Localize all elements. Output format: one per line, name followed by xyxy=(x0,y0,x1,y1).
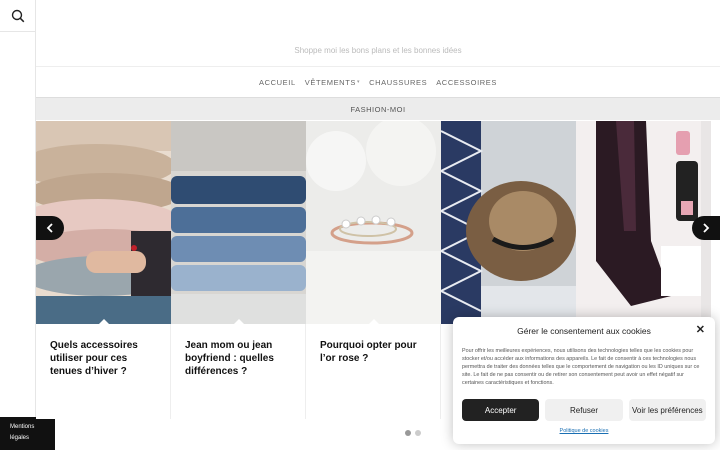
nav-item-accessoires[interactable]: ACCESSOIRES xyxy=(436,78,497,87)
carousel-pagination xyxy=(405,430,421,436)
post-image xyxy=(441,121,576,324)
chevron-left-icon xyxy=(46,223,53,233)
carousel-prev-button[interactable] xyxy=(36,216,64,240)
post-title: Jean mom ou jean boyfriend : quelles dif… xyxy=(185,340,274,377)
carousel-dot-2[interactable] xyxy=(415,430,421,436)
post-card[interactable]: Quels accessoires utiliser pour ces tenu… xyxy=(36,121,171,419)
cookie-actions: Accepter Refuser Voir les préférences xyxy=(462,399,706,421)
preferences-button[interactable]: Voir les préférences xyxy=(628,399,706,421)
chevron-right-icon xyxy=(703,223,710,233)
post-image xyxy=(576,121,711,324)
cookie-text: Pour offrir les meilleures expériences, … xyxy=(462,348,700,386)
close-icon[interactable]: ✕ xyxy=(696,323,705,336)
cookie-consent-dialog: Gérer le consentement aux cookies ✕ Pour… xyxy=(453,317,715,444)
cookie-title: Gérer le consentement aux cookies xyxy=(517,326,651,336)
search-icon xyxy=(11,9,25,22)
post-title: Pourquoi opter pour l’or rose ? xyxy=(320,340,417,364)
post-card[interactable]: Pourquoi opter pour l’or rose ? xyxy=(306,121,441,419)
cookie-policy-link[interactable]: Politique de cookies xyxy=(453,428,715,434)
carousel-dot-1[interactable] xyxy=(405,430,411,436)
post-card[interactable]: Jean mom ou jean boyfriend : quelles dif… xyxy=(171,121,306,419)
search-button[interactable] xyxy=(0,0,36,32)
site-tagline: Shoppe moi les bons plans et les bonnes … xyxy=(294,46,462,55)
nav-item-chaussures[interactable]: CHAUSSURES xyxy=(369,78,427,87)
refuse-button[interactable]: Refuser xyxy=(545,399,623,421)
post-image xyxy=(306,121,441,324)
post-image xyxy=(171,121,306,324)
nav-item-label: VÊTEMENTS xyxy=(304,77,356,87)
carousel-next-button[interactable] xyxy=(692,216,720,240)
main-nav: ACCUEIL VÊTEMENTS ▾ CHAUSSURES ACCESSOIR… xyxy=(36,66,720,98)
chevron-down-icon: ▾ xyxy=(356,79,361,85)
nav-item-vetements[interactable]: VÊTEMENTS ▾ xyxy=(305,78,360,87)
card-notch xyxy=(98,319,110,325)
card-notch xyxy=(368,319,380,325)
accept-button[interactable]: Accepter xyxy=(462,399,540,421)
nav-item-accueil[interactable]: ACCUEIL xyxy=(259,78,296,87)
post-title: Quels accessoires utiliser pour ces tenu… xyxy=(50,340,138,377)
section-title: FASHION-MOI xyxy=(36,98,720,120)
left-sidebar xyxy=(0,0,36,450)
card-notch xyxy=(233,319,245,325)
